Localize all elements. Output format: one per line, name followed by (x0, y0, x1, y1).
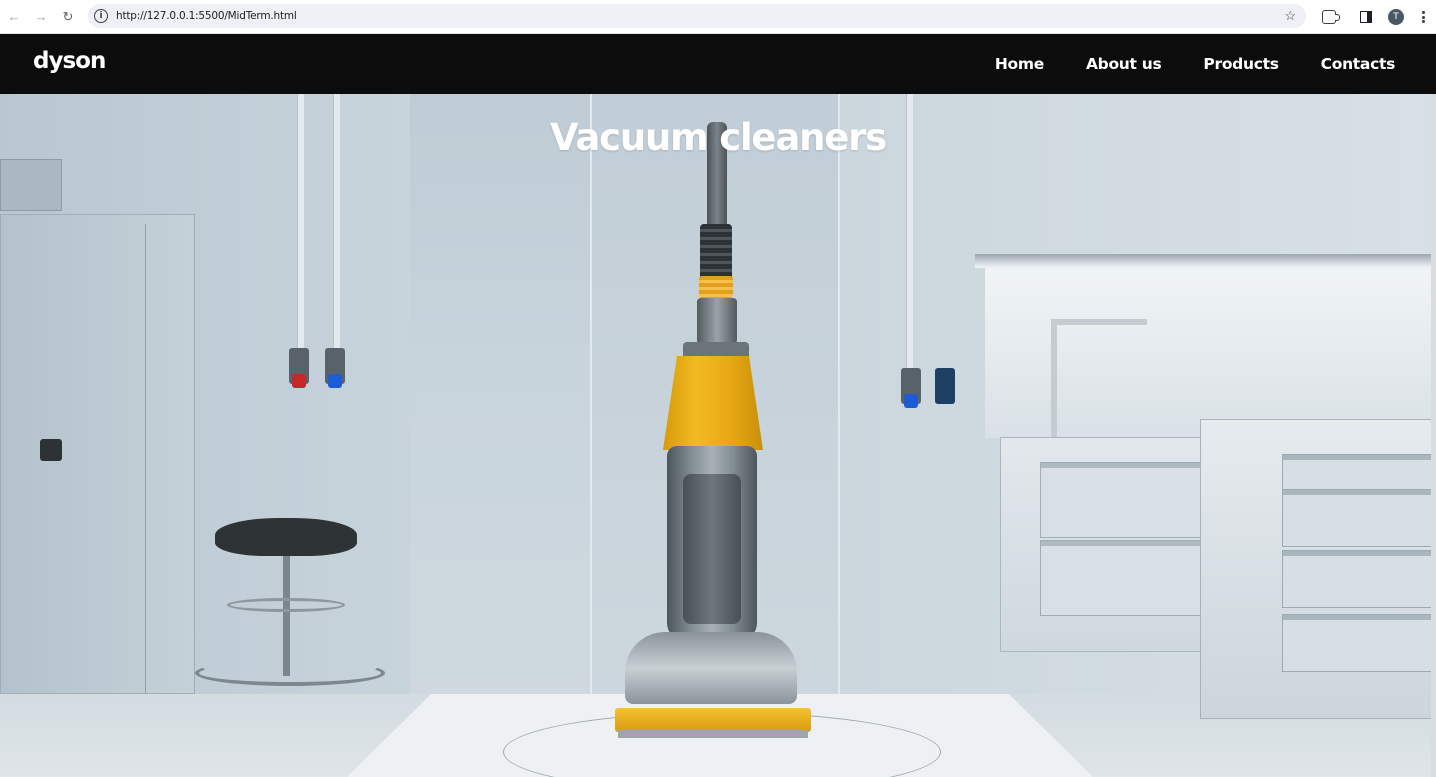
back-button[interactable]: ← (1, 4, 27, 30)
scene-light-strip (975, 254, 1436, 268)
arrow-right-icon: → (34, 9, 48, 24)
puzzle-icon[interactable] (1322, 10, 1340, 24)
site-header: dyson Home About us Products Contacts (0, 34, 1436, 94)
vacuum-hose (700, 224, 732, 282)
scene-socket (325, 348, 345, 388)
nav-link-contacts[interactable]: Contacts (1321, 55, 1396, 73)
hero-title: Vacuum cleaners (549, 116, 887, 159)
info-icon[interactable]: i (94, 9, 108, 23)
scene-socket (901, 368, 921, 408)
kebab-menu-icon[interactable] (1416, 9, 1430, 25)
vacuum-cyclone (663, 356, 763, 450)
scene-socket (935, 368, 955, 404)
side-panel-icon[interactable] (1360, 11, 1372, 23)
scene-stool-pole (283, 556, 290, 676)
vacuum-neck (697, 298, 737, 344)
page-scrollbar[interactable] (1431, 94, 1436, 777)
forward-button[interactable]: → (28, 4, 54, 30)
scene-cabinet-handle (40, 439, 62, 461)
vacuum-head (615, 708, 811, 732)
vacuum-bin-inner (683, 474, 741, 624)
scene-faucet (1051, 319, 1147, 439)
reload-button[interactable]: ↻ (55, 4, 81, 30)
scene-box (0, 159, 62, 211)
scene-cabinet-left (0, 214, 195, 694)
reload-icon: ↻ (62, 8, 74, 24)
vacuum-base (625, 632, 797, 704)
scene-socket (289, 348, 309, 388)
scene-cabinet-divider (145, 224, 146, 694)
url-text[interactable]: http://127.0.0.1:5500/MidTerm.html (116, 10, 297, 22)
star-icon[interactable]: ☆ (1284, 8, 1296, 24)
scene-stool-seat (215, 518, 357, 556)
vacuum-head-bottom (618, 730, 808, 738)
scene-drawer (1282, 489, 1436, 547)
scene-drawer (1040, 540, 1202, 616)
hero-section: Vacuum cleaners (0, 94, 1436, 777)
scene-drawer (1040, 462, 1202, 538)
dyson-logo[interactable]: dyson (33, 48, 106, 74)
scene-stool-base (195, 660, 385, 686)
arrow-left-icon: ← (7, 9, 21, 24)
address-bar[interactable]: i http://127.0.0.1:5500/MidTerm.html ☆ (88, 4, 1306, 28)
nav-link-home[interactable]: Home (995, 55, 1044, 73)
nav-link-products[interactable]: Products (1203, 55, 1279, 73)
scene-stool-ring (227, 598, 345, 612)
nav-link-about[interactable]: About us (1086, 55, 1162, 73)
vacuum-ring (699, 276, 733, 298)
main-nav: Home About us Products Contacts (953, 34, 1395, 94)
browser-toolbar: ← → ↻ i http://127.0.0.1:5500/MidTerm.ht… (0, 0, 1436, 34)
avatar[interactable]: T (1388, 9, 1404, 25)
scene-drawer (1282, 614, 1436, 672)
scene-drawer (1282, 550, 1436, 608)
